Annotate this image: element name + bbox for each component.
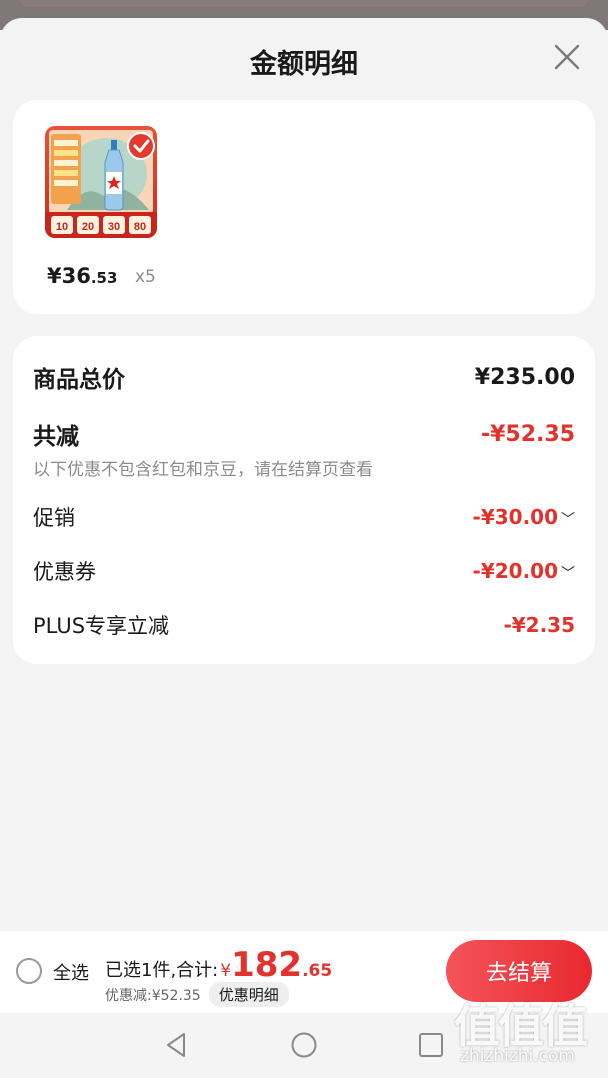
selection-summary: 已选1件,合计: ¥ 182 .65	[105, 945, 332, 985]
discount-note: 以下优惠不包含红包和京豆，请在结算页查看	[33, 460, 373, 480]
plus-discount-row: PLUS专享立减 -¥2.35	[33, 610, 575, 640]
svg-text:80: 80	[134, 221, 146, 233]
product-card: 10 20 30 80 ¥36.53 x5	[13, 100, 595, 314]
plus-discount-label: PLUS专享立减	[33, 614, 170, 638]
home-circle-icon[interactable]	[289, 1030, 319, 1060]
select-all-radio[interactable]	[16, 958, 42, 984]
plus-discount-value: -¥2.35	[503, 613, 575, 637]
svg-text:30: 30	[108, 221, 120, 233]
watermark-url: zhizhizhi.com	[460, 1046, 575, 1066]
select-all-label[interactable]: 全选	[53, 959, 89, 985]
savings-line: 优惠减:¥52.35 优惠明细	[105, 982, 289, 1007]
total-decimal: .65	[302, 961, 333, 981]
discount-detail-button[interactable]: 优惠明细	[208, 982, 289, 1007]
amount-detail-sheet: 金额明细 10 20 30 80 ¥36.53 x5 商品总价 ¥235.00 …	[0, 18, 608, 1078]
savings-text: 优惠减:¥52.35	[105, 987, 201, 1004]
sheet-title: 金额明细	[250, 49, 358, 80]
price-integer: ¥36	[47, 264, 91, 288]
price-decimal: .53	[90, 269, 118, 287]
product-unit-price: ¥36.53	[47, 264, 117, 288]
total-price-label: 商品总价	[33, 367, 125, 393]
recents-square-icon[interactable]	[416, 1030, 446, 1060]
total-integer: 182	[231, 945, 303, 985]
product-quantity: x5	[135, 267, 156, 287]
coupon-label: 优惠券	[33, 560, 96, 584]
baijiu-bottle-icon: 10 20 30 80	[45, 126, 157, 238]
close-icon[interactable]	[552, 42, 582, 72]
coupon-value: -¥20.00 ﹀	[472, 559, 575, 583]
back-triangle-icon[interactable]	[162, 1030, 192, 1060]
total-discount-row: 共减 -¥52.35	[33, 417, 575, 451]
summary-prefix: 已选1件,合计:	[105, 960, 219, 981]
watermark: 值值值 zhizhizhi.com	[454, 990, 604, 1074]
price-breakdown-card: 商品总价 ¥235.00 共减 -¥52.35 以下优惠不包含红包和京豆，请在结…	[13, 336, 595, 664]
promotion-row[interactable]: 促销 -¥30.00 ﹀	[33, 502, 575, 532]
svg-text:10: 10	[56, 221, 68, 233]
background-search-bar	[18, 0, 590, 8]
svg-text:20: 20	[82, 221, 94, 233]
chevron-down-icon[interactable]: ﹀	[561, 566, 575, 582]
chevron-down-icon[interactable]: ﹀	[561, 512, 575, 528]
total-discount-value: -¥52.35	[480, 421, 575, 447]
product-image[interactable]: 10 20 30 80	[45, 126, 157, 238]
total-price-row: 商品总价 ¥235.00	[33, 360, 575, 394]
coupon-row[interactable]: 优惠券 -¥20.00 ﹀	[33, 556, 575, 586]
total-currency: ¥	[220, 961, 232, 981]
promotion-label: 促销	[33, 506, 75, 530]
total-discount-label: 共减	[33, 424, 79, 450]
total-price-value: ¥235.00	[474, 364, 575, 390]
promotion-value: -¥30.00 ﹀	[472, 505, 575, 529]
